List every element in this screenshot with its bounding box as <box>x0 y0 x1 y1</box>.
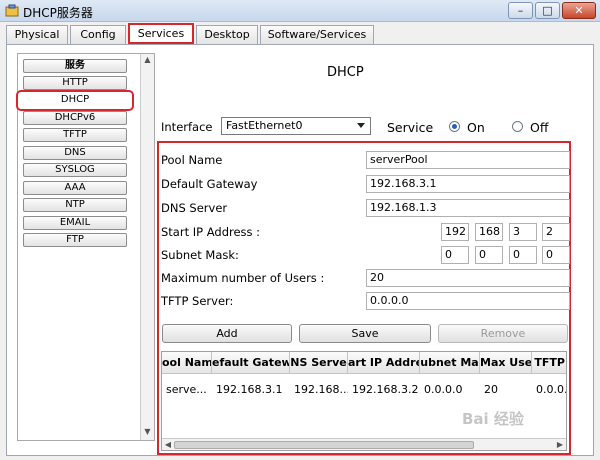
table-header-start-ip[interactable]: art IP Addre <box>348 352 420 374</box>
scroll-left-icon[interactable]: ◀ <box>162 439 174 450</box>
table-cell-mask[interactable]: 0.0.0.0 <box>420 379 480 401</box>
services-scrollbar[interactable]: ▲ ▼ <box>140 54 154 440</box>
start-ip-label: Start IP Address : <box>161 225 261 239</box>
services-list: 服务 HTTP DHCP DHCPv6 TFTP DNS SYSLOG AAA … <box>16 53 155 441</box>
pool-name-input[interactable]: serverPool <box>366 151 570 169</box>
service-off-label: Off <box>530 120 549 135</box>
services-content: 服务 HTTP DHCP DHCPv6 TFTP DNS SYSLOG AAA … <box>6 44 594 456</box>
remove-button[interactable]: Remove <box>438 324 568 343</box>
table-cell-tftp[interactable]: 0.0.0.0 <box>532 379 566 401</box>
gateway-input[interactable]: 192.168.3.1 <box>366 175 570 193</box>
scroll-thumb[interactable] <box>174 441 474 449</box>
window-body: Physical Config Services Desktop Softwar… <box>0 22 600 460</box>
mask-octet-2[interactable]: 0 <box>475 246 503 264</box>
service-dhcp[interactable]: DHCP <box>16 90 134 111</box>
table-cell-gateway[interactable]: 192.168.3.1 <box>212 379 290 401</box>
service-ntp[interactable]: NTP <box>23 198 127 212</box>
pool-name-label: Pool Name <box>161 153 223 167</box>
scroll-up-icon[interactable]: ▲ <box>141 54 154 66</box>
start-ip-octet-2[interactable]: 168 <box>475 223 503 241</box>
mask-octet-4[interactable]: 0 <box>542 246 570 264</box>
table-cell-pool-name[interactable]: serve... <box>162 379 212 401</box>
maximize-button[interactable]: □ <box>535 2 560 19</box>
scroll-down-icon[interactable]: ▼ <box>141 426 154 438</box>
chevron-down-icon <box>357 123 365 128</box>
service-http[interactable]: HTTP <box>23 76 127 90</box>
mask-octet-1[interactable]: 0 <box>441 246 469 264</box>
max-users-input[interactable]: 20 <box>366 269 570 287</box>
interface-label: Interface <box>161 120 213 134</box>
interface-value: FastEthernet0 <box>226 119 303 132</box>
title-bar: DHCP服务器 – □ ✕ <box>0 0 600 22</box>
mask-octet-3[interactable]: 0 <box>509 246 537 264</box>
table-cell-max-users[interactable]: 20 <box>480 379 532 401</box>
service-dns[interactable]: DNS <box>23 146 127 160</box>
start-ip-octet-4[interactable]: 2 <box>542 223 570 241</box>
tab-software-services[interactable]: Software/Services <box>260 25 374 44</box>
table-cell-start-ip[interactable]: 192.168.3.2 <box>348 379 420 401</box>
tab-physical[interactable]: Physical <box>6 25 68 44</box>
service-on-label: On <box>467 120 485 135</box>
interface-select[interactable]: FastEthernet0 <box>221 117 371 135</box>
tab-services[interactable]: Services <box>128 23 194 44</box>
service-syslog[interactable]: SYSLOG <box>23 163 127 177</box>
service-aaa[interactable]: AAA <box>23 181 127 195</box>
tftp-label: TFTP Server: <box>161 294 234 308</box>
table-header-mask[interactable]: ubnet Ma <box>420 352 480 374</box>
panel-title: DHCP <box>327 65 364 80</box>
add-button[interactable]: Add <box>162 324 292 343</box>
close-button[interactable]: ✕ <box>562 2 596 19</box>
dns-label: DNS Server <box>161 201 228 215</box>
window-title: DHCP服务器 <box>23 6 93 20</box>
table-header-pool-name[interactable]: ool Nam <box>162 352 212 374</box>
table-header-tftp[interactable]: TFTP <box>532 352 566 374</box>
services-header: 服务 <box>23 59 127 73</box>
save-button[interactable]: Save <box>299 324 431 343</box>
gateway-label: Default Gateway <box>161 177 258 191</box>
table-header-dns[interactable]: NS Serve <box>290 352 348 374</box>
dns-input[interactable]: 192.168.1.3 <box>366 199 570 217</box>
service-email[interactable]: EMAIL <box>23 216 127 230</box>
start-ip-octet-3[interactable]: 3 <box>509 223 537 241</box>
tab-desktop[interactable]: Desktop <box>196 25 258 44</box>
service-tftp[interactable]: TFTP <box>23 128 127 142</box>
table-header-gateway[interactable]: efault Gatew <box>212 352 290 374</box>
service-label: Service <box>387 120 434 135</box>
table-header-max-users[interactable]: Max User <box>480 352 532 374</box>
tftp-input[interactable]: 0.0.0.0 <box>366 292 570 310</box>
watermark-logo: Bai 经验 <box>462 410 524 428</box>
minimize-button[interactable]: – <box>508 2 533 19</box>
service-off-radio[interactable] <box>512 121 523 132</box>
max-users-label: Maximum number of Users : <box>161 271 325 285</box>
table-cell-dns[interactable]: 192.168... <box>290 379 348 401</box>
service-dhcpv6[interactable]: DHCPv6 <box>23 111 127 125</box>
app-icon <box>5 4 19 17</box>
mask-label: Subnet Mask: <box>161 248 239 262</box>
service-ftp[interactable]: FTP <box>23 233 127 247</box>
start-ip-octet-1[interactable]: 192 <box>441 223 469 241</box>
service-on-radio[interactable] <box>449 121 460 132</box>
tab-config[interactable]: Config <box>70 25 126 44</box>
